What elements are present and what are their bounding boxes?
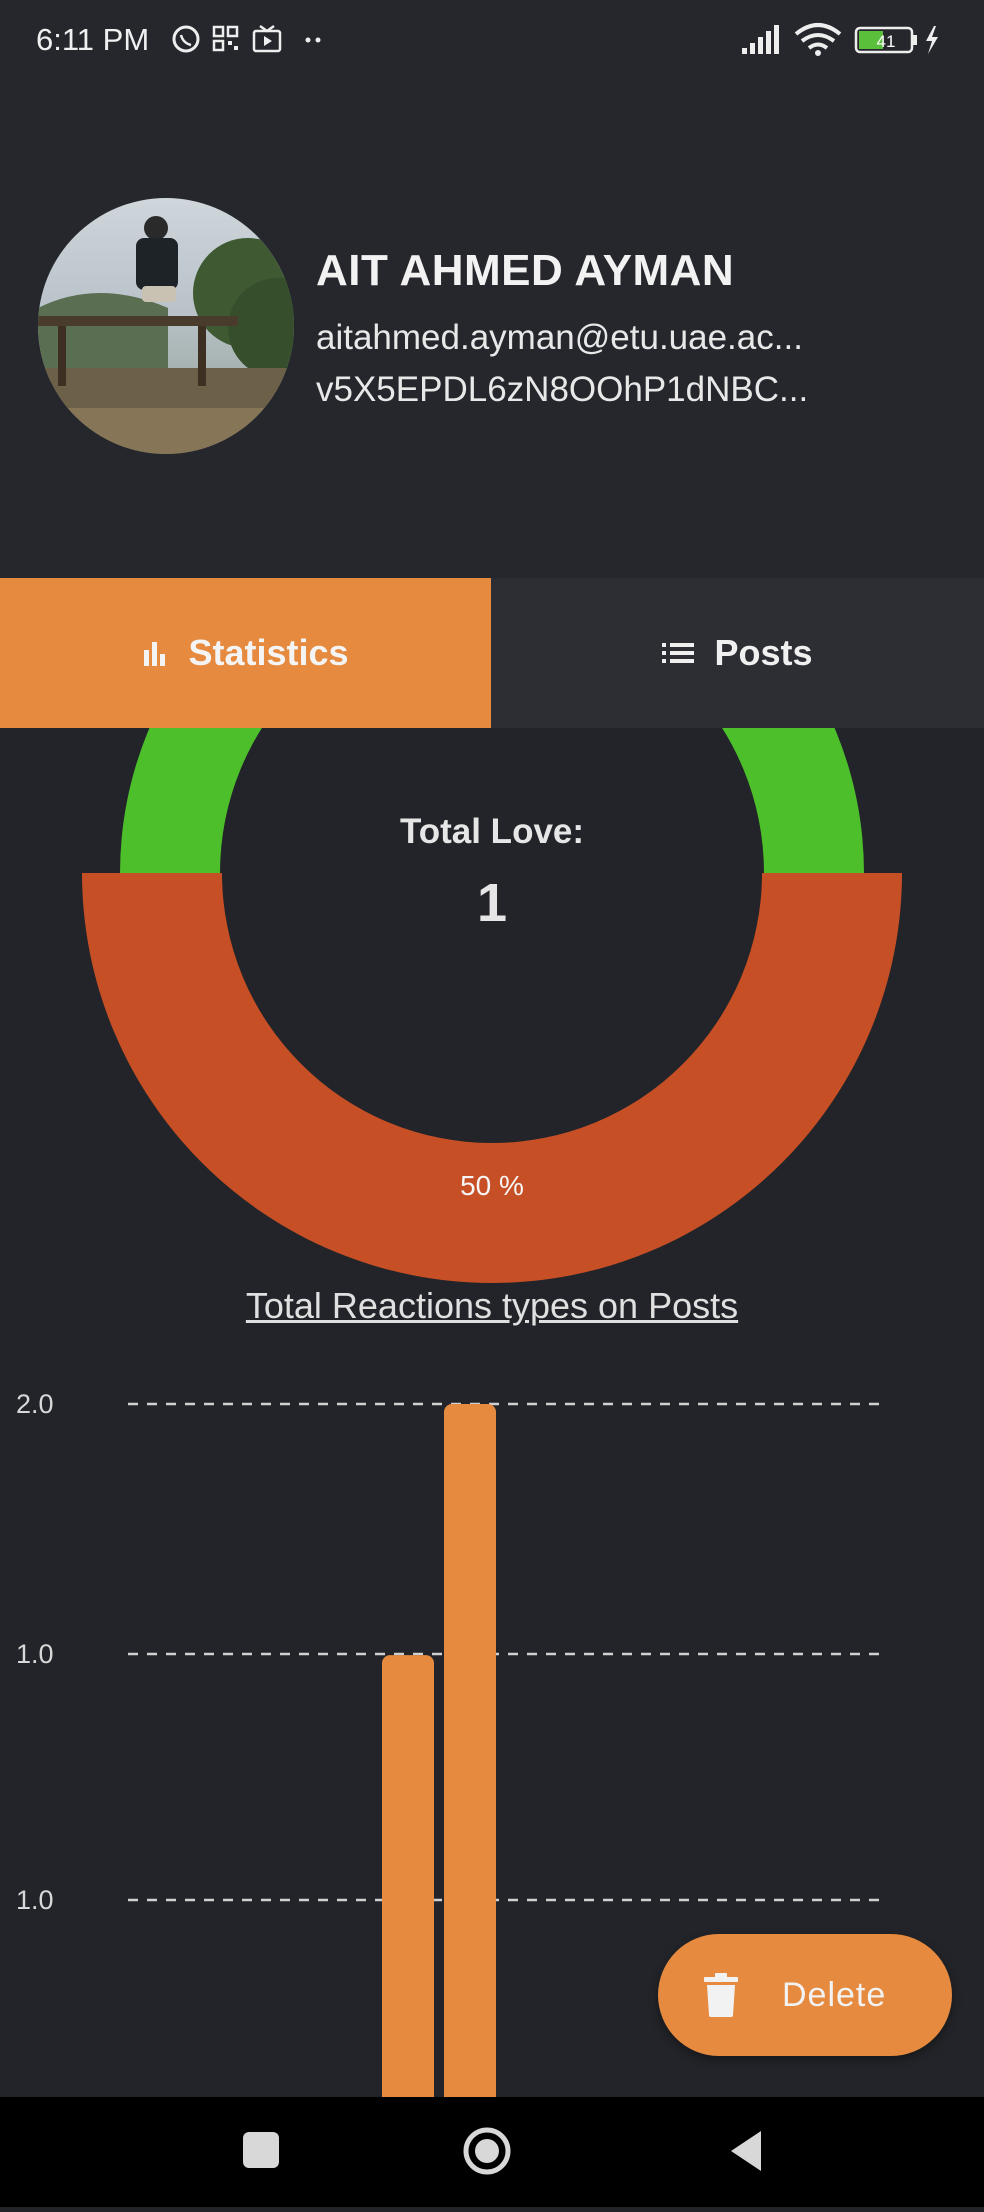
- list-icon: [662, 643, 695, 663]
- tab-posts-label: Posts: [714, 632, 813, 673]
- y-tick-label: 1.0: [16, 1639, 54, 1669]
- donut-percent-label: 50 %: [460, 1170, 524, 1201]
- notification-icons: [172, 24, 321, 53]
- donut-segment-red: [82, 873, 902, 1283]
- tab-posts[interactable]: Posts: [491, 578, 984, 728]
- recent-apps-button[interactable]: [243, 2132, 279, 2168]
- home-button[interactable]: [463, 2127, 511, 2175]
- y-tick-label: 1.0: [16, 1885, 54, 1915]
- total-love-value: 1: [476, 873, 508, 933]
- profile-name: AIT AHMED AYMAN: [316, 246, 735, 295]
- y-tick-label: 2.0: [16, 1389, 54, 1419]
- bar-chart-icon: [144, 642, 166, 666]
- total-love-label: Total Love:: [399, 812, 585, 851]
- battery-level: 41: [877, 32, 896, 51]
- delete-button[interactable]: Delete: [658, 1934, 952, 2056]
- back-button[interactable]: [731, 2131, 761, 2171]
- delete-button-label: Delete: [782, 1975, 887, 2014]
- chart-title[interactable]: Total Reactions types on Posts: [0, 1285, 984, 1327]
- status-time: 6:11 PM: [36, 22, 150, 57]
- system-nav-bar: [0, 2097, 984, 2207]
- avatar[interactable]: [38, 198, 294, 454]
- profile-email: aitahmed.ayman@etu.uae.ac...: [316, 318, 803, 357]
- trash-icon: [704, 1973, 738, 2017]
- tab-statistics-label: Statistics: [188, 632, 349, 673]
- bar-1: [444, 1404, 496, 2100]
- status-bar: 6:11 PM 41: [0, 0, 984, 72]
- avatar-photo: [38, 198, 294, 454]
- profile-uid: v5X5EPDL6zN8OOhP1dNBC...: [316, 370, 809, 409]
- tab-statistics[interactable]: Statistics: [0, 578, 491, 728]
- bar-0: [382, 1655, 434, 2100]
- system-status-icons: 41: [742, 23, 938, 56]
